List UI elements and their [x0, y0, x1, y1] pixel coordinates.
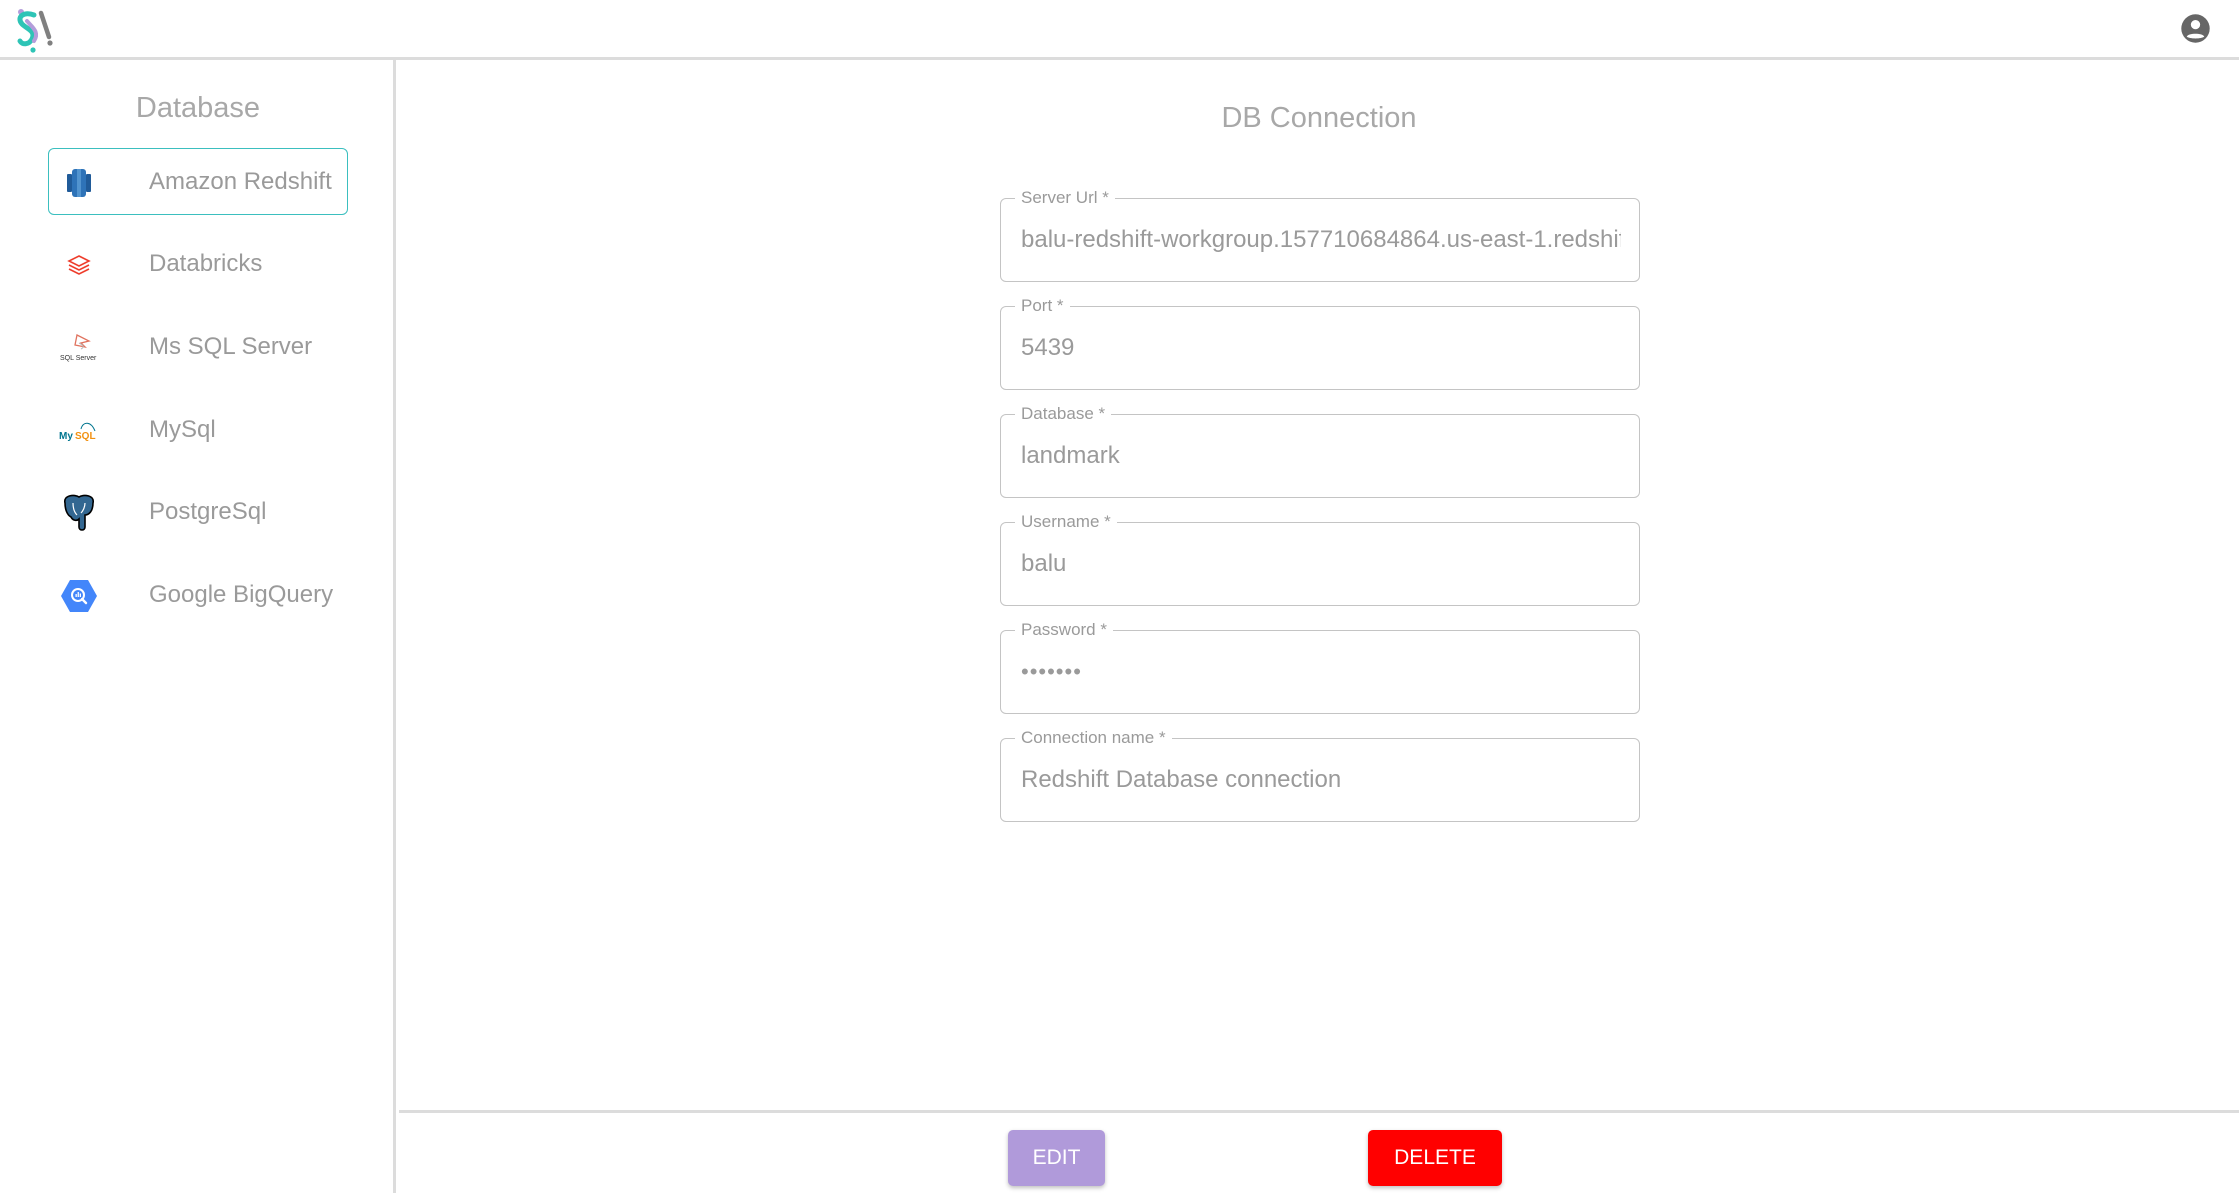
sidebar-item-mysql[interactable]: My SQL MySql [48, 396, 348, 463]
port-field: Port * [1000, 296, 1640, 390]
sidebar-item-label: Google BigQuery [149, 581, 334, 608]
sidebar-title: Database [135, 92, 261, 124]
username-field: Username * [1000, 512, 1640, 606]
port-input[interactable] [1021, 307, 1621, 388]
sidebar: Database Amazon Redshift Databricks SQL … [0, 60, 396, 1193]
databricks-icon [59, 245, 99, 285]
connection-name-input[interactable] [1021, 739, 1621, 820]
sidebar-item-label: Amazon Redshift [149, 168, 332, 195]
postgresql-icon [59, 493, 99, 533]
app-logo-icon[interactable] [10, 5, 56, 53]
database-field: Database * [1000, 404, 1640, 498]
account-circle-icon[interactable] [2180, 13, 2211, 44]
sidebar-item-label: Ms SQL Server [149, 333, 313, 360]
top-bar [0, 0, 2239, 60]
username-input[interactable] [1021, 523, 1621, 604]
server-url-input[interactable] [1021, 199, 1621, 280]
main-panel: DB Connection Server Url * Port * Databa… [399, 60, 2239, 1113]
delete-button[interactable]: DELETE [1368, 1130, 1502, 1186]
sidebar-item-label: MySql [149, 416, 216, 443]
page-title: DB Connection [1221, 102, 1417, 134]
sidebar-item-amazon-redshift[interactable]: Amazon Redshift [48, 148, 348, 215]
amazon-redshift-icon [59, 163, 99, 203]
ms-sql-server-icon: SQL Server [59, 328, 99, 368]
sidebar-item-ms-sql-server[interactable]: SQL Server Ms SQL Server [48, 313, 348, 380]
edit-button[interactable]: EDIT [1008, 1130, 1105, 1186]
server-url-field: Server Url * [1000, 188, 1640, 282]
sidebar-item-label: Databricks [149, 250, 263, 277]
svg-text:SQL: SQL [75, 431, 96, 442]
svg-text:SQL Server: SQL Server [60, 355, 97, 362]
action-footer: EDIT DELETE [399, 1110, 2239, 1193]
svg-text:My: My [59, 431, 73, 442]
password-input[interactable] [1021, 631, 1621, 712]
mysql-icon: My SQL [59, 411, 99, 451]
sidebar-item-databricks[interactable]: Databricks [48, 230, 348, 297]
database-input[interactable] [1021, 415, 1621, 496]
google-bigquery-icon [59, 576, 99, 616]
sidebar-item-label: PostgreSql [149, 498, 267, 525]
connection-name-field: Connection name * [1000, 728, 1640, 822]
sidebar-item-google-bigquery[interactable]: Google BigQuery [48, 561, 348, 628]
password-field: Password * [1000, 620, 1640, 714]
sidebar-item-postgresql[interactable]: PostgreSql [48, 478, 348, 545]
